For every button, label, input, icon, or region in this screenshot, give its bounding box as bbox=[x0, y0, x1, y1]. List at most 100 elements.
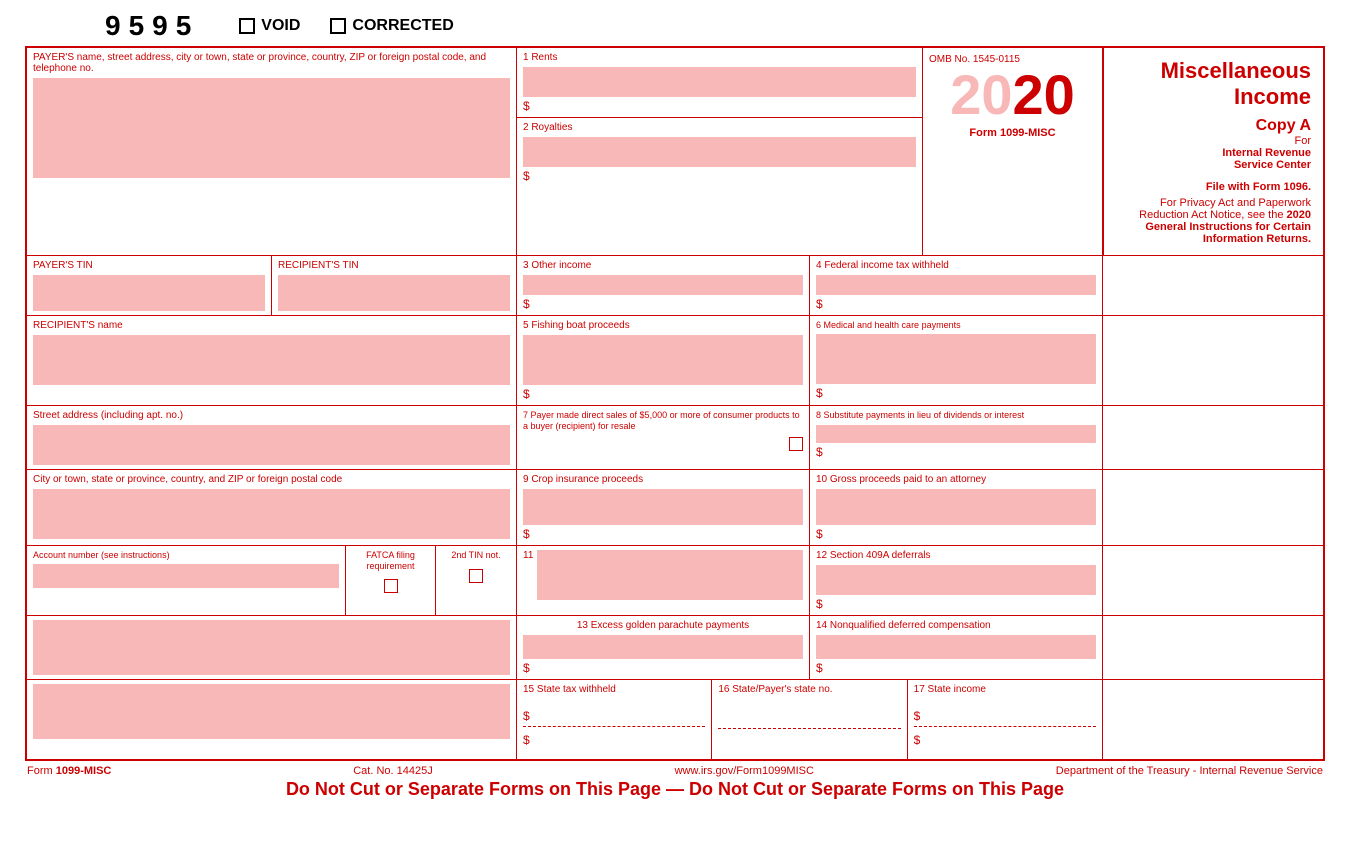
form-9595: 9595 bbox=[105, 10, 199, 42]
medical-dollar: $ bbox=[816, 386, 1096, 400]
footer-website: www.irs.gov/Form1099MISC bbox=[675, 765, 814, 777]
row-h: 15 State tax withheld $ $ 16 State/Payer… bbox=[27, 680, 1323, 759]
account-lbl: Account number (see instructions) bbox=[33, 550, 339, 560]
irs-strong: Internal RevenueService Center bbox=[1222, 147, 1311, 171]
fishing-dollar: $ bbox=[523, 387, 803, 401]
footer-cat-no: Cat. No. 14425J bbox=[353, 765, 433, 777]
state-income-section: 17 State income $ $ bbox=[908, 680, 1103, 759]
fatca-chk[interactable] bbox=[384, 579, 398, 593]
federal-withheld-lbl: 4 Federal income tax withheld bbox=[816, 260, 1096, 271]
section409a-field[interactable] bbox=[816, 565, 1096, 595]
void-checkbox-sq[interactable] bbox=[239, 18, 255, 34]
account-fatca-section: Account number (see instructions) FATCA … bbox=[27, 546, 517, 615]
other-income-dollar: $ bbox=[523, 297, 803, 311]
form-bottom-footer: Form 1099-MISC Cat. No. 14425J www.irs.g… bbox=[25, 765, 1325, 777]
do-not-cut-bar: Do Not Cut or Separate Forms on This Pag… bbox=[25, 779, 1325, 800]
medical-section: 6 Medical and health care payments $ bbox=[810, 316, 1103, 405]
field11-section: 11 bbox=[517, 546, 810, 615]
recipient-tin-field[interactable] bbox=[278, 275, 510, 311]
right-panel-spacer-b bbox=[1103, 256, 1323, 315]
form-1099-misc-lbl: Form 1099-MISC bbox=[929, 127, 1096, 139]
payer-tin-section: PAYER'S TIN bbox=[27, 256, 272, 315]
file-form-1096: File with Form 1096. bbox=[1116, 181, 1311, 193]
federal-withheld-field[interactable] bbox=[816, 275, 1096, 295]
state-tax-dollar1: $ bbox=[523, 709, 705, 727]
state-payer-field2[interactable] bbox=[718, 735, 900, 755]
nonqualified-dollar: $ bbox=[816, 661, 1096, 675]
medical-field[interactable] bbox=[816, 334, 1096, 384]
excess-golden-lbl: 13 Excess golden parachute payments bbox=[523, 620, 803, 631]
recipient-name-field[interactable] bbox=[33, 335, 510, 385]
account-field[interactable] bbox=[33, 564, 339, 588]
yr-20-dark: 20 bbox=[1013, 63, 1075, 126]
substitute-section: 8 Substitute payments in lieu of dividen… bbox=[810, 406, 1103, 469]
rents-lbl: 1 Rents bbox=[523, 52, 916, 63]
city-state-lbl: City or town, state or province, country… bbox=[33, 474, 510, 485]
state-payer-lbl: 16 State/Payer's state no. bbox=[718, 684, 900, 695]
corrected-checkbox-sq[interactable] bbox=[330, 18, 346, 34]
row-c: RECIPIENT'S name 5 Fishing boat proceeds… bbox=[27, 316, 1323, 406]
fatca-section: FATCA filing requirement bbox=[346, 546, 436, 615]
row-g: 13 Excess golden parachute payments $ 14… bbox=[27, 616, 1323, 680]
right-info-panel: MiscellaneousIncome Copy A ForInternal R… bbox=[1103, 48, 1323, 255]
state-income-lbl: 17 State income bbox=[914, 684, 1096, 695]
city-state-field[interactable] bbox=[33, 489, 510, 539]
section409a-section: 12 Section 409A deferrals $ bbox=[810, 546, 1103, 615]
rents-dollar: $ bbox=[523, 99, 916, 113]
payer-tin-field[interactable] bbox=[33, 275, 265, 311]
excess-golden-dollar: $ bbox=[523, 661, 803, 675]
main-form: PAYER'S name, street address, city or to… bbox=[25, 46, 1325, 761]
large-pink-field[interactable] bbox=[33, 620, 510, 675]
void-label-area[interactable]: VOID bbox=[239, 17, 300, 35]
right-panel-spacer-f bbox=[1103, 546, 1323, 615]
omb-year-section: OMB No. 1545-0115 2020 Form 1099-MISC bbox=[923, 48, 1103, 255]
excess-golden-field[interactable] bbox=[523, 635, 803, 659]
city-state-section: City or town, state or province, country… bbox=[27, 470, 517, 545]
street-address-field[interactable] bbox=[33, 425, 510, 465]
crop-field[interactable] bbox=[523, 489, 803, 525]
gross-proceeds-section: 10 Gross proceeds paid to an attorney $ bbox=[810, 470, 1103, 545]
royalties-field[interactable] bbox=[523, 137, 916, 167]
substitute-lbl: 8 Substitute payments in lieu of dividen… bbox=[816, 410, 1096, 422]
fatca-lbl: FATCA filing requirement bbox=[352, 550, 429, 572]
footer-form-1099-misc: 1099-MISC bbox=[56, 765, 112, 777]
for-irs: ForInternal RevenueService Center bbox=[1116, 135, 1311, 171]
other-income-field[interactable] bbox=[523, 275, 803, 295]
second-tin-section: 2nd TIN not. bbox=[436, 546, 516, 615]
rents-field[interactable] bbox=[523, 67, 916, 97]
field11-field[interactable] bbox=[537, 550, 803, 600]
state-payer-field1[interactable] bbox=[718, 709, 900, 729]
state-payer-section: 16 State/Payer's state no. bbox=[712, 680, 907, 759]
nonqualified-field[interactable] bbox=[816, 635, 1096, 659]
right-panel-spacer-c bbox=[1103, 316, 1323, 405]
crop-dollar: $ bbox=[523, 527, 803, 541]
other-income-section: 3 Other income $ bbox=[517, 256, 810, 315]
payer-name-field[interactable] bbox=[33, 78, 510, 178]
form-left-area: PAYER'S name, street address, city or to… bbox=[27, 48, 1323, 759]
copy-a: Copy A bbox=[1116, 117, 1311, 135]
gross-proceeds-field[interactable] bbox=[816, 489, 1096, 525]
recipient-name-lbl: RECIPIENT'S name bbox=[33, 320, 510, 331]
state-tax-dollar2: $ bbox=[523, 733, 705, 747]
account-number-section: Account number (see instructions) bbox=[27, 546, 346, 615]
state-left-field[interactable] bbox=[33, 684, 510, 739]
right-panel-spacer-g bbox=[1103, 616, 1323, 679]
right-panel-spacer-h bbox=[1103, 680, 1323, 759]
year-big: 2020 bbox=[929, 67, 1096, 123]
corrected-text: CORRECTED bbox=[352, 17, 453, 35]
gross-proceeds-lbl: 10 Gross proceeds paid to an attorney bbox=[816, 474, 1096, 485]
yr-20-light: 20 bbox=[950, 63, 1012, 126]
section409a-lbl: 12 Section 409A deferrals bbox=[816, 550, 1096, 561]
row-d: Street address (including apt. no.) 7 Pa… bbox=[27, 406, 1323, 470]
street-address-section: Street address (including apt. no.) bbox=[27, 406, 517, 469]
corrected-label-area[interactable]: CORRECTED bbox=[330, 17, 453, 35]
street-address-lbl: Street address (including apt. no.) bbox=[33, 410, 510, 421]
row-b: PAYER'S TIN RECIPIENT'S TIN 3 Other inco… bbox=[27, 256, 1323, 316]
direct-sales-checkbox[interactable] bbox=[789, 437, 803, 451]
nonqualified-lbl: 14 Nonqualified deferred compensation bbox=[816, 620, 1096, 631]
fishing-field[interactable] bbox=[523, 335, 803, 385]
second-tin-chk[interactable] bbox=[469, 569, 483, 583]
nonqualified-section: 14 Nonqualified deferred compensation $ bbox=[810, 616, 1103, 679]
substitute-field[interactable] bbox=[816, 425, 1096, 443]
state-tax-section: 15 State tax withheld $ $ bbox=[517, 680, 712, 759]
